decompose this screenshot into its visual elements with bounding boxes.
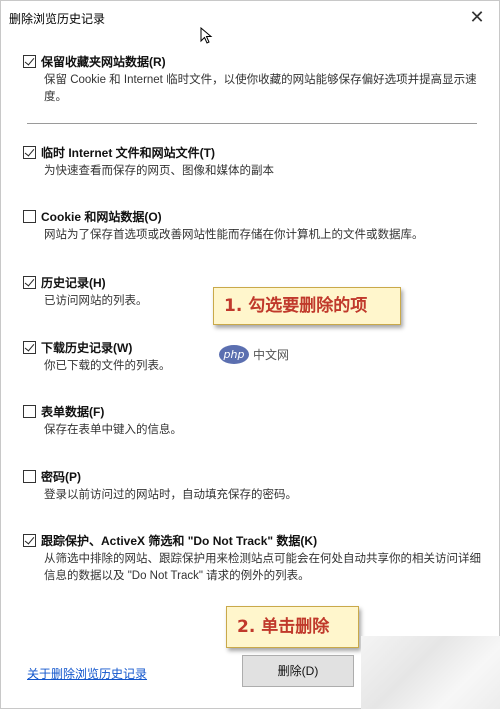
step1-callout: 1. 勾选要删除的项 (213, 287, 401, 325)
option-label[interactable]: 下载历史记录(W) (41, 339, 132, 356)
blurred-region (361, 636, 500, 709)
mouse-cursor-icon (200, 27, 213, 44)
close-icon[interactable]: ✕ (465, 5, 489, 29)
option-description: 为快速查看而保存的网页、图像和媒体的副本 (44, 165, 274, 177)
option-label[interactable]: 保留收藏夹网站数据(R) (41, 53, 166, 70)
option-label[interactable]: Cookie 和网站数据(O) (41, 208, 162, 225)
checkbox-cookies[interactable] (23, 209, 36, 223)
option-form-data: 表单数据(F) 保存在表单中键入的信息。 (23, 403, 483, 439)
option-label[interactable]: 密码(P) (41, 468, 81, 485)
separator (27, 123, 477, 124)
option-label[interactable]: 历史记录(H) (41, 274, 106, 291)
checkbox-preserve-favorites[interactable] (23, 54, 36, 68)
option-preserve-favorites: 保留收藏夹网站数据(R) 保留 Cookie 和 Internet 临时文件，以… (23, 53, 483, 106)
checkbox-history[interactable] (23, 275, 36, 289)
dialog-title: 删除浏览历史记录 (9, 12, 106, 26)
option-description: 登录以前访问过的网站时，自动填充保存的密码。 (44, 489, 297, 501)
title-bar: 删除浏览历史记录 ✕ (1, 1, 499, 33)
option-label[interactable]: 跟踪保护、ActiveX 筛选和 "Do Not Track" 数据(K) (41, 532, 317, 549)
checkbox-form-data[interactable] (23, 404, 36, 418)
option-tracking-protection: 跟踪保护、ActiveX 筛选和 "Do Not Track" 数据(K) 从筛… (23, 532, 483, 585)
option-label[interactable]: 表单数据(F) (41, 403, 104, 420)
option-description: 网站为了保存首选项或改善网站性能而存储在你计算机上的文件或数据库。 (44, 229, 424, 241)
option-description: 保存在表单中键入的信息。 (44, 424, 182, 436)
checkbox-tracking-protection[interactable] (23, 533, 36, 547)
option-cookies: Cookie 和网站数据(O) 网站为了保存首选项或改善网站性能而存储在你计算机… (23, 208, 483, 244)
option-description: 从筛选中排除的网站、跟踪保护用来检测站点可能会在何处自动共享你的相关访问详细信息… (44, 553, 481, 582)
watermark: php 中文网 (219, 345, 289, 364)
php-logo-icon: php (219, 345, 249, 364)
option-label[interactable]: 临时 Internet 文件和网站文件(T) (41, 144, 215, 161)
about-delete-history-link[interactable]: 关于删除浏览历史记录 (27, 665, 147, 682)
option-passwords: 密码(P) 登录以前访问过的网站时，自动填充保存的密码。 (23, 468, 483, 504)
watermark-text: 中文网 (253, 348, 290, 362)
step2-callout: 2. 单击删除 (226, 606, 359, 648)
delete-button[interactable]: 删除(D) (242, 655, 354, 687)
checkbox-temp-internet-files[interactable] (23, 145, 36, 159)
option-description: 保留 Cookie 和 Internet 临时文件，以使你收藏的网站能够保存偏好… (44, 74, 477, 103)
checkbox-download-history[interactable] (23, 340, 36, 354)
delete-browsing-history-dialog: 删除浏览历史记录 ✕ 保留收藏夹网站数据(R) 保留 Cookie 和 Inte… (0, 0, 500, 709)
option-temp-internet-files: 临时 Internet 文件和网站文件(T) 为快速查看而保存的网页、图像和媒体… (23, 144, 483, 180)
checkbox-passwords[interactable] (23, 469, 36, 483)
